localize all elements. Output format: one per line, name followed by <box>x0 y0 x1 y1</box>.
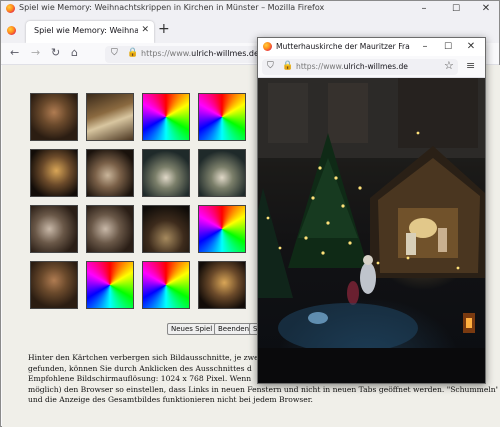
menu-icon[interactable]: ≡ <box>466 59 475 72</box>
description-line: und die Anzeige des Gesamtbildes funktio… <box>28 395 313 404</box>
popup-navigation-bar: ⛉ 🔒 https://www.ulrich-willmes.de ☆ ≡ <box>258 56 485 78</box>
tab-label: Spiel wie Memory: Weihnachtskripp <box>34 26 138 35</box>
shield-icon[interactable]: ⛉ <box>111 48 118 58</box>
popup-titlebar: Mutterhauskirche der Mauritzer Franziska… <box>258 38 485 56</box>
tab-active[interactable]: Spiel wie Memory: Weihnachtskripp ✕ <box>26 21 154 43</box>
url-text: https://www.ulrich-willmes.de <box>141 49 259 58</box>
new-game-button[interactable]: Neues Spiel <box>167 323 217 335</box>
popup-address-bar[interactable]: ⛉ 🔒 https://www.ulrich-willmes.de <box>262 59 458 75</box>
maximize-button[interactable]: ☐ <box>441 1 471 17</box>
popup-url-text: https://www.ulrich-willmes.de <box>296 62 408 71</box>
memory-card[interactable] <box>86 149 134 197</box>
memory-card[interactable] <box>198 149 246 197</box>
close-button[interactable]: ✕ <box>471 1 500 17</box>
memory-card[interactable] <box>30 261 78 309</box>
memory-card[interactable] <box>30 93 78 141</box>
lock-icon[interactable]: 🔒 <box>282 61 293 71</box>
memory-card[interactable] <box>142 261 190 309</box>
firefox-logo-icon <box>263 42 272 51</box>
star-icon[interactable]: ☆ <box>444 59 454 72</box>
main-window-title: Spiel wie Memory: Weihnachtskrippen in K… <box>19 3 325 12</box>
home-icon[interactable]: ⌂ <box>71 46 78 59</box>
memory-card[interactable] <box>86 261 134 309</box>
memory-card[interactable] <box>142 149 190 197</box>
end-button[interactable]: Beenden <box>214 323 254 335</box>
popup-window-title: Mutterhauskirche der Mauritzer Franziska… <box>276 42 410 51</box>
back-arrow-icon[interactable]: ← <box>10 46 19 59</box>
nativity-scene-graphic <box>258 78 485 383</box>
memory-card[interactable] <box>142 93 190 141</box>
shield-icon[interactable]: ⛉ <box>267 61 274 71</box>
nativity-scene-photo <box>258 78 485 383</box>
popup-close-button[interactable]: ✕ <box>456 39 486 55</box>
memory-card[interactable] <box>86 205 134 253</box>
tab-close-icon[interactable]: ✕ <box>141 25 149 35</box>
memory-card[interactable] <box>198 261 246 309</box>
description-line: möglich) den Browser so einstellen, dass… <box>28 384 498 394</box>
address-bar[interactable]: ⛉ 🔒 https://www.ulrich-willmes.de <box>105 46 265 63</box>
main-titlebar: Spiel wie Memory: Weihnachtskrippen in K… <box>1 1 499 17</box>
forward-arrow-icon[interactable]: → <box>31 46 40 59</box>
firefox-menu-icon[interactable] <box>7 26 16 35</box>
memory-card[interactable] <box>198 205 246 253</box>
firefox-logo-icon <box>6 4 15 13</box>
memory-card[interactable] <box>30 205 78 253</box>
lock-icon[interactable]: 🔒 <box>127 48 138 58</box>
popup-browser-window: Mutterhauskirche der Mauritzer Franziska… <box>257 37 486 384</box>
new-tab-button[interactable]: + <box>158 21 170 37</box>
memory-card[interactable] <box>198 93 246 141</box>
minimize-button[interactable]: – <box>409 1 439 17</box>
memory-card[interactable] <box>30 149 78 197</box>
memory-card[interactable] <box>142 205 190 253</box>
reload-icon[interactable]: ↻ <box>51 46 60 59</box>
memory-card[interactable] <box>86 93 134 141</box>
